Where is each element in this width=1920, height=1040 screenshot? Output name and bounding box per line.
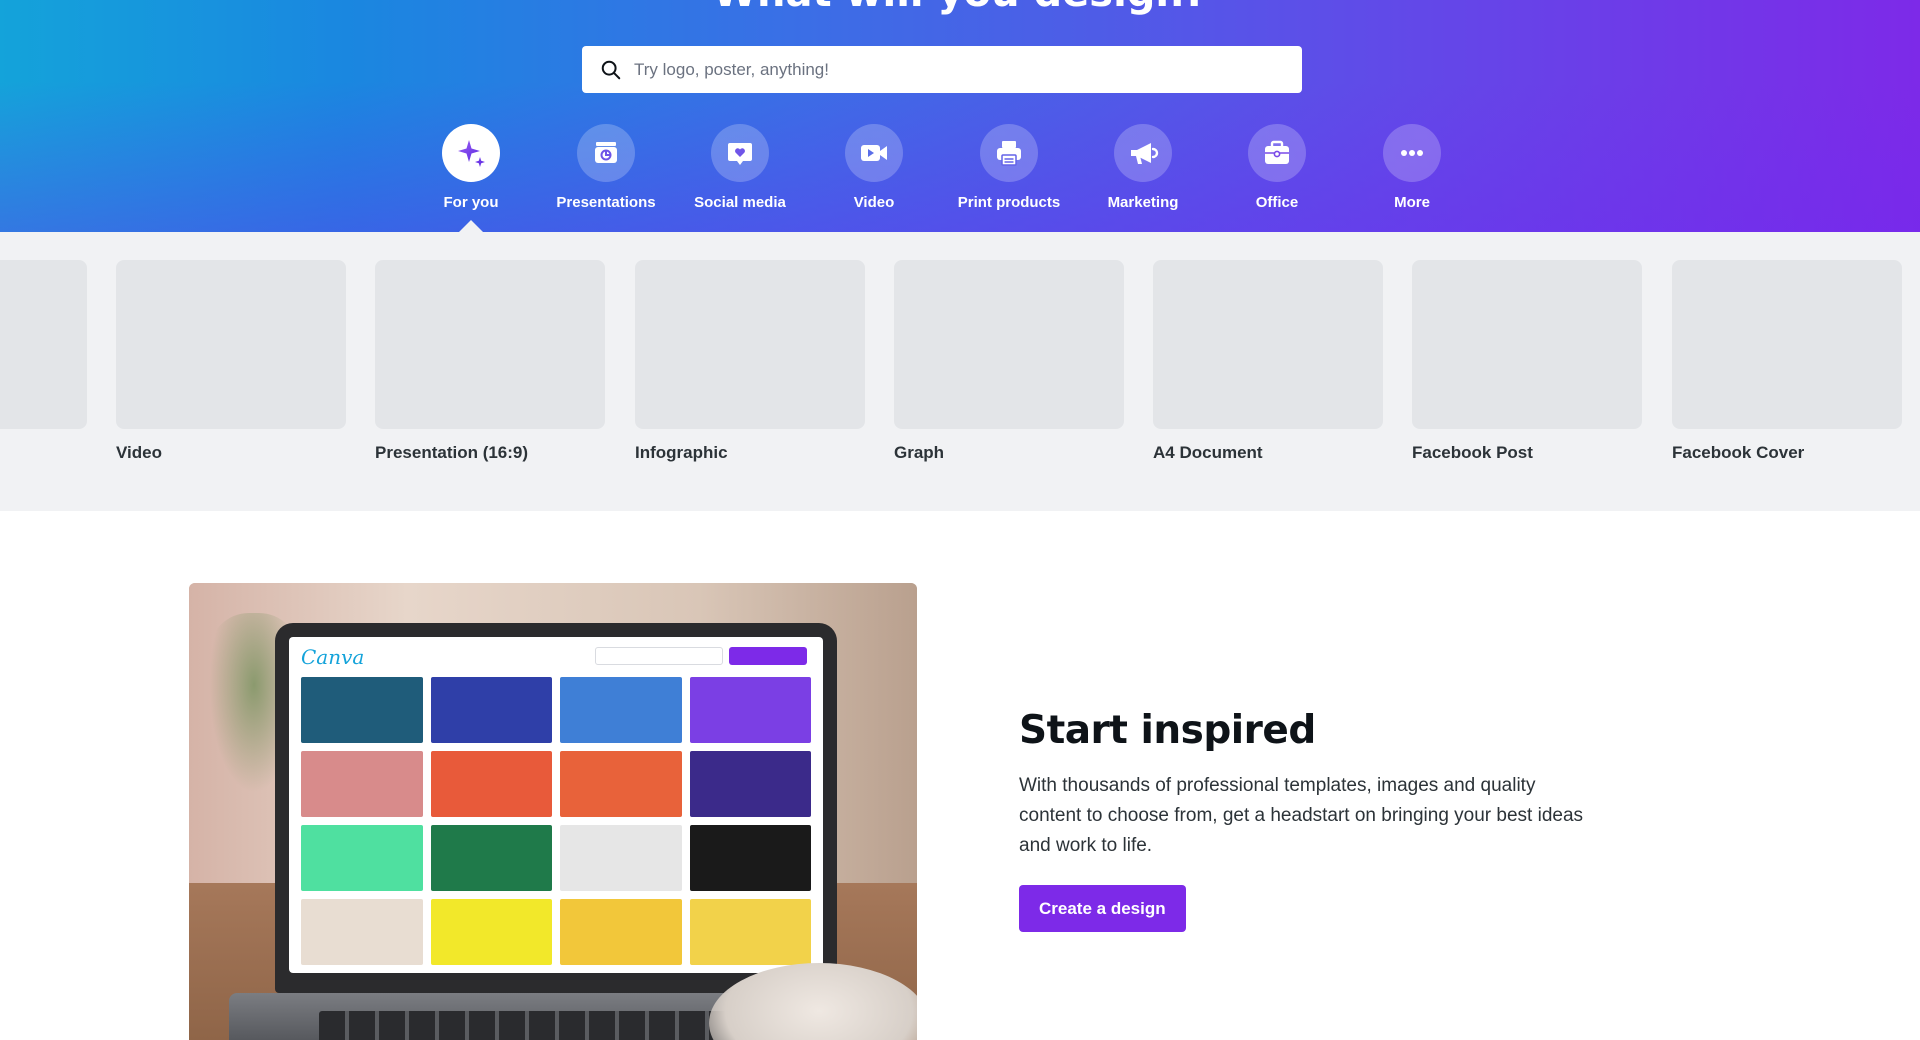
- search-input[interactable]: [634, 46, 1302, 93]
- template-label: Presentation (16:9): [375, 443, 529, 462]
- template-card-facebook-post[interactable]: Facebook Post: [1412, 260, 1642, 463]
- search-icon: [598, 57, 624, 83]
- template-thumbnail: [1153, 260, 1383, 429]
- megaphone-icon: [1114, 124, 1172, 182]
- heart-chat-icon: [711, 124, 769, 182]
- template-label: Video: [116, 443, 162, 462]
- template-card-video[interactable]: Video: [116, 260, 346, 463]
- category-label: Social media: [694, 194, 786, 211]
- category-label: For you: [443, 194, 499, 211]
- template-label: Graph: [894, 443, 945, 462]
- category-nav: For you Presentations Social media Video…: [0, 124, 1920, 232]
- create-design-button[interactable]: Create a design: [1019, 885, 1186, 932]
- presentation-icon: [577, 124, 635, 182]
- category-label: Video: [853, 194, 895, 211]
- template-thumbnail: [1412, 260, 1642, 429]
- template-card-facebook-cover[interactable]: Facebook Cover: [1672, 260, 1902, 463]
- promo-description: With thousands of professional templates…: [1019, 775, 1584, 856]
- promo-laptop-image: Canva: [189, 583, 917, 1040]
- template-label: A4 Document: [1153, 443, 1263, 462]
- video-camera-icon: [845, 124, 903, 182]
- promo-title: Start inspired: [1019, 708, 1316, 753]
- template-card-infographic[interactable]: Infographic: [635, 260, 865, 463]
- template-card-graph[interactable]: Graph: [894, 260, 1124, 463]
- laptop-screen: Canva: [289, 637, 823, 973]
- hero-title: What will you design?: [0, 0, 1920, 16]
- template-label: Facebook Cover: [1672, 443, 1805, 462]
- screen-logo: Canva: [301, 645, 365, 669]
- template-carousel: Video Presentation (16:9) Infographic Gr…: [0, 232, 1920, 511]
- template-card-presentation[interactable]: Presentation (16:9): [375, 260, 605, 463]
- template-thumbnail: [635, 260, 865, 429]
- sparkle-icon: [442, 124, 500, 182]
- category-label: Marketing: [1107, 194, 1179, 211]
- category-label: More: [1394, 194, 1430, 211]
- category-video[interactable]: Video: [804, 124, 944, 211]
- template-card-a4-document[interactable]: A4 Document: [1153, 260, 1383, 463]
- template-thumbnail: [0, 260, 87, 429]
- category-marketing[interactable]: Marketing: [1073, 124, 1213, 211]
- category-for-you[interactable]: For you: [401, 124, 541, 211]
- category-label: Office: [1255, 194, 1299, 211]
- printer-icon: [980, 124, 1038, 182]
- promo-text-block: Start inspired With thousands of profess…: [1019, 708, 1619, 932]
- category-print-products[interactable]: Print products: [939, 124, 1079, 211]
- template-thumbnail: [1672, 260, 1902, 429]
- template-label: Infographic: [635, 443, 728, 462]
- template-thumbnail: [375, 260, 605, 429]
- active-category-indicator: [459, 220, 483, 232]
- search-bar[interactable]: [582, 46, 1302, 93]
- briefcase-icon: [1248, 124, 1306, 182]
- template-label: Facebook Post: [1412, 443, 1533, 462]
- category-label: Print products: [957, 194, 1061, 211]
- screen-template-grid: [301, 677, 811, 965]
- hero-banner: What will you design? For you Presentati…: [0, 0, 1920, 232]
- category-social-media[interactable]: Social media: [670, 124, 810, 211]
- category-presentations[interactable]: Presentations: [536, 124, 676, 211]
- template-thumbnail: [116, 260, 346, 429]
- category-label: Presentations: [556, 194, 656, 211]
- category-office[interactable]: Office: [1207, 124, 1347, 211]
- template-card[interactable]: [0, 260, 87, 443]
- laptop-screen-frame: Canva: [275, 623, 837, 993]
- template-thumbnail: [894, 260, 1124, 429]
- more-dots-icon: [1383, 124, 1441, 182]
- category-more[interactable]: More: [1342, 124, 1482, 211]
